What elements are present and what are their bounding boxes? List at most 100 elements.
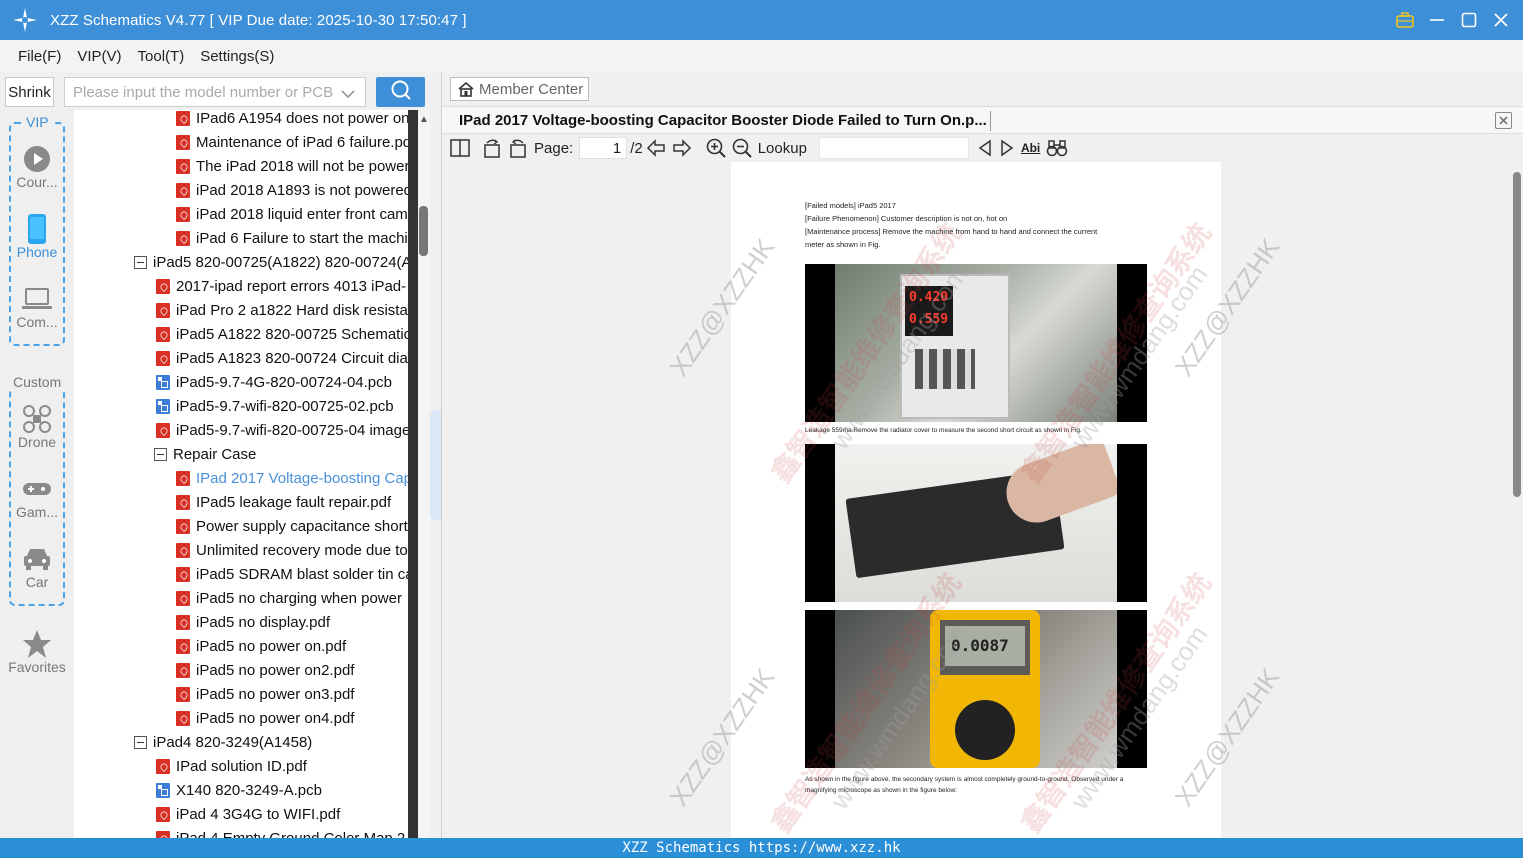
tree-file-item[interactable]: IPad solution ID.pdf — [156, 754, 307, 778]
find-previous-icon[interactable] — [977, 137, 993, 159]
tree-file-item[interactable]: iPad5 no power on3.pdf — [176, 682, 354, 706]
menu-vip[interactable]: VIP(V) — [69, 48, 129, 65]
pdf-page-area[interactable]: [Failed models] iPad5 2017 [Failure Phen… — [442, 162, 1512, 838]
rail-item-phone[interactable]: Phone — [0, 214, 74, 260]
rail-item-favorites[interactable]: Favorites — [0, 629, 74, 675]
scroll-up-icon[interactable]: ▲ — [419, 114, 429, 125]
tree-file-item[interactable]: iPad5 no power on4.pdf — [176, 706, 354, 730]
tree-file-item[interactable]: Unlimited recovery mode due to — [176, 538, 408, 562]
chevron-down-icon[interactable] — [341, 86, 355, 103]
tree-item-label: iPad 2018 liquid enter front camera — [196, 205, 408, 223]
tree-file-item[interactable]: iPad5 SDRAM blast solder tin can — [176, 562, 408, 586]
viewer-toolbar: Page: 1 /2 Lookup Abi — [442, 134, 1523, 162]
laptop-icon — [0, 284, 74, 314]
document-tab[interactable]: IPad 2017 Voltage-boosting Capacitor Boo… — [442, 106, 1523, 134]
close-button[interactable] — [1491, 10, 1511, 30]
two-page-view-icon[interactable] — [450, 137, 470, 159]
pdf-scrollbar[interactable] — [1511, 162, 1523, 838]
match-case-icon[interactable]: Abi — [1021, 137, 1040, 159]
tree-item-label: iPad 6 Failure to start the machine — [196, 229, 408, 247]
tree-scroll-thumb[interactable] — [419, 206, 428, 256]
tree-file-item[interactable]: iPad 2018 liquid enter front camera — [176, 202, 408, 226]
rail-item-game[interactable]: Gam... — [0, 474, 74, 520]
pdf-page: [Failed models] iPad5 2017 [Failure Phen… — [731, 162, 1221, 838]
tree-file-item[interactable]: iPad Pro 2 a1822 Hard disk resistance — [156, 298, 408, 322]
tree-item-label: iPad5 A1822 820-00725 Schematic — [176, 325, 408, 343]
tree-folder[interactable]: Repair Case — [154, 442, 256, 466]
rotate-left-icon[interactable] — [482, 137, 502, 159]
menu-file[interactable]: File(F) — [10, 48, 69, 65]
tree-file-item[interactable]: iPad 2018 A1893 is not powered — [176, 178, 408, 202]
tree-item-label: IPad6 A1954 does not power on — [196, 110, 408, 127]
tree-file-item[interactable]: iPad5 A1822 820-00725 Schematic — [156, 322, 408, 346]
rail-item-computer[interactable]: Com... — [0, 284, 74, 330]
tree-file-item[interactable]: iPad5-9.7-4G-820-00724-04.pcb — [156, 370, 392, 394]
prev-page-icon[interactable] — [646, 137, 666, 159]
menu-tool[interactable]: Tool(T) — [130, 48, 193, 65]
collapse-toggle-icon[interactable] — [134, 735, 147, 749]
next-page-icon[interactable] — [672, 137, 692, 159]
tree-file-item[interactable]: IPad 2017 Voltage-boosting Capacitor — [176, 466, 408, 490]
tree-file-item[interactable]: iPad 4 3G4G to WIFI.pdf — [156, 802, 340, 826]
model-search-input[interactable]: Please input the model number or PCB — [64, 77, 366, 107]
tree-folder[interactable]: iPad4 820-3249(A1458) — [134, 730, 312, 754]
tree-file-item[interactable]: 2017-ipad report errors 4013 iPad- — [156, 274, 406, 298]
collapse-toggle-icon[interactable] — [134, 255, 147, 269]
member-center-button[interactable]: Member Center — [450, 77, 589, 101]
page-number-input[interactable]: 1 — [579, 137, 628, 159]
lookup-input[interactable] — [818, 137, 969, 159]
tree-file-item[interactable]: iPad 4 Empty Ground Color Map 2 — [156, 826, 405, 838]
tree-folder[interactable]: iPad5 820-00725(A1822) 820-00724(A1823) — [134, 250, 408, 274]
tree-file-item[interactable]: iPad5 no charging when power — [176, 586, 402, 610]
tree-file-item[interactable]: iPad5-9.7-wifi-820-00725-04 image — [156, 418, 408, 442]
title-bar: XZZ Schematics V4.77 [ VIP Due date: 202… — [0, 0, 1523, 40]
collapse-toggle-icon[interactable] — [154, 447, 167, 461]
tree-file-item[interactable]: The iPad 2018 will not be powered — [176, 154, 408, 178]
tree-scrollbar[interactable]: ▲ — [408, 110, 430, 838]
zoom-in-icon[interactable] — [706, 137, 726, 159]
search-button[interactable] — [376, 77, 425, 107]
search-icon — [390, 79, 412, 106]
tree-item-label: Power supply capacitance short — [196, 517, 408, 535]
tree-item-label: iPad Pro 2 a1822 Hard disk resistance — [176, 301, 408, 319]
search-placeholder: Please input the model number or PCB — [73, 83, 334, 101]
tree-file-item[interactable]: IPad5 leakage fault repair.pdf — [176, 490, 391, 514]
rail-item-drone[interactable]: Drone — [0, 404, 74, 450]
zoom-out-icon[interactable] — [732, 137, 752, 159]
tree-item-label: Maintenance of iPad 6 failure.pdf — [196, 133, 408, 151]
rail-label-game: Gam... — [15, 504, 58, 520]
tree-file-item[interactable]: iPad5 no display.pdf — [176, 610, 330, 634]
find-next-icon[interactable] — [999, 137, 1015, 159]
rail-item-course[interactable]: Cour... — [0, 144, 74, 190]
shrink-button[interactable]: Shrink — [5, 77, 54, 107]
doc-line-phenomenon: [Failure Phenomenon] Customer descriptio… — [805, 214, 1008, 223]
rail-item-car[interactable]: Car — [0, 544, 74, 590]
pdf-file-icon — [156, 806, 170, 822]
rotate-right-icon[interactable] — [508, 137, 528, 159]
tree-item-label: X140 820-3249-A.pcb — [176, 781, 322, 799]
close-tab-icon[interactable] — [1495, 112, 1512, 129]
tree-file-item[interactable]: IPad6 A1954 does not power on — [176, 110, 408, 130]
pdf-file-icon — [156, 350, 170, 366]
find-all-binoculars-icon[interactable] — [1046, 137, 1068, 159]
pdf-scroll-thumb[interactable] — [1513, 172, 1521, 497]
tree-item-label: IPad5 leakage fault repair.pdf — [196, 493, 392, 511]
pdf-file-icon — [176, 518, 190, 534]
minimize-button[interactable] — [1427, 10, 1447, 30]
menu-settings[interactable]: Settings(S) — [192, 48, 282, 65]
drone-icon — [0, 404, 74, 434]
tree-file-item[interactable]: iPad 6 Failure to start the machine — [176, 226, 408, 250]
file-tree: IPad6 A1954 does not power on Maintenance… — [74, 110, 408, 838]
tree-file-item[interactable]: iPad5-9.7-wifi-820-00725-02.pcb — [156, 394, 394, 418]
tree-file-item[interactable]: Maintenance of iPad 6 failure.pdf — [176, 130, 408, 154]
vip-briefcase-icon[interactable] — [1395, 10, 1415, 30]
tree-file-item[interactable]: X140 820-3249-A.pcb — [156, 778, 322, 802]
doc-line-process: [Maintenance process] Remove the machine… — [805, 227, 1098, 236]
tree-file-item[interactable]: iPad5 no power on2.pdf — [176, 658, 354, 682]
tree-file-item[interactable]: iPad5 A1823 820-00724 Circuit diagram — [156, 346, 408, 370]
pdf-file-icon — [176, 110, 190, 126]
tree-file-item[interactable]: iPad5 no power on.pdf — [176, 634, 346, 658]
rail-label-course: Cour... — [16, 174, 58, 190]
maximize-button[interactable] — [1459, 10, 1479, 30]
tree-file-item[interactable]: Power supply capacitance short — [176, 514, 408, 538]
